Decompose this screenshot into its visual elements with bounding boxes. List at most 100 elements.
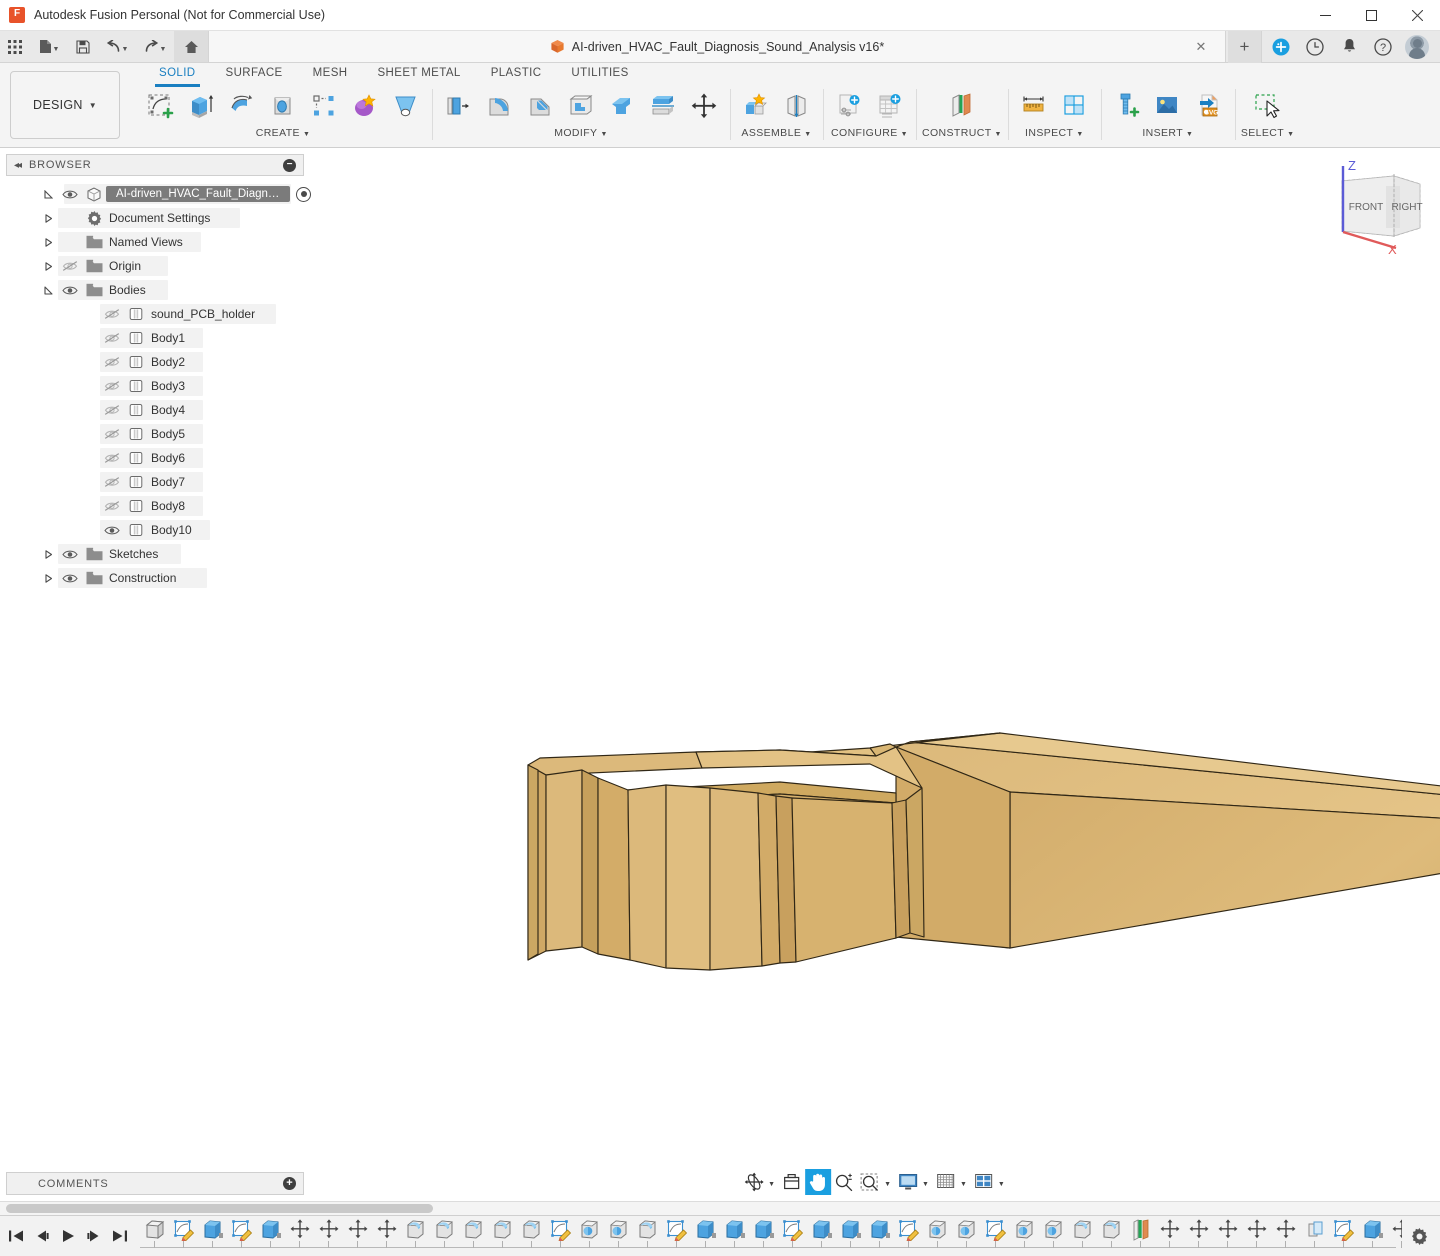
job-status-clock-icon[interactable] xyxy=(1298,31,1332,63)
timeline-feature-move[interactable] xyxy=(1242,1217,1271,1255)
add-comment-icon[interactable]: + xyxy=(283,1177,296,1190)
move-copy-icon[interactable] xyxy=(684,87,724,125)
timeline-feature-move[interactable] xyxy=(285,1217,314,1255)
tree-row-body7[interactable]: Body7 xyxy=(0,470,310,494)
joint-icon[interactable] xyxy=(777,87,817,125)
chevron-down-icon[interactable]: ▼ xyxy=(1287,131,1294,138)
timeline-feature-sketch[interactable] xyxy=(778,1217,807,1255)
select-window-icon[interactable] xyxy=(1244,87,1292,125)
configuration-table-icon[interactable] xyxy=(870,87,910,125)
timeline-settings-gear-icon[interactable] xyxy=(1402,1228,1436,1245)
tree-row-sound-pcb-holder[interactable]: sound_PCB_holder xyxy=(0,302,310,326)
panel-minimize-icon[interactable]: − xyxy=(283,159,296,172)
redo-icon[interactable]: ▼ xyxy=(136,31,174,62)
new-tab-plus-icon[interactable]: + xyxy=(1228,31,1262,63)
zoom-window-icon[interactable] xyxy=(857,1169,883,1195)
eye-visible-icon[interactable] xyxy=(58,189,82,200)
tree-row-body6[interactable]: Body6 xyxy=(0,446,310,470)
help-question-icon[interactable]: ? xyxy=(1366,31,1400,63)
collapse-left-icon[interactable]: ◂◂ xyxy=(14,160,20,171)
tree-row-body5[interactable]: Body5 xyxy=(0,422,310,446)
timeline-feature-hole[interactable] xyxy=(604,1217,633,1255)
new-document-icon[interactable]: ▼ xyxy=(30,31,68,62)
eye-hidden-icon[interactable] xyxy=(100,308,124,320)
eye-hidden-icon[interactable] xyxy=(100,452,124,464)
eye-hidden-icon[interactable] xyxy=(100,332,124,344)
eye-visible-icon[interactable] xyxy=(58,285,82,296)
chevron-down-icon[interactable]: ▼ xyxy=(901,131,908,138)
tree-row-origin[interactable]: Origin xyxy=(0,254,310,278)
timeline-feature-combine[interactable] xyxy=(1126,1217,1155,1255)
tree-row-sketches[interactable]: Sketches xyxy=(0,542,310,566)
app-grid-icon[interactable] xyxy=(0,31,30,62)
timeline-feature-move[interactable] xyxy=(1271,1217,1300,1255)
create-sketch-icon[interactable] xyxy=(140,87,180,125)
timeline-feature-sketch[interactable] xyxy=(1329,1217,1358,1255)
notifications-bell-icon[interactable] xyxy=(1332,31,1366,63)
eye-hidden-icon[interactable] xyxy=(100,404,124,416)
chamfer-icon[interactable] xyxy=(520,87,560,125)
maximize-button[interactable] xyxy=(1348,0,1394,31)
timeline-feature-hole[interactable] xyxy=(1010,1217,1039,1255)
go-to-end-icon[interactable] xyxy=(108,1222,132,1250)
chevron-down-icon[interactable]: ▼ xyxy=(804,131,811,138)
collapsed-triangle-icon[interactable] xyxy=(38,214,58,223)
timeline-feature-move[interactable] xyxy=(372,1217,401,1255)
user-avatar-icon[interactable] xyxy=(1400,31,1434,63)
chevron-down-icon[interactable]: ▼ xyxy=(303,131,310,138)
timeline-feature-hole[interactable] xyxy=(1039,1217,1068,1255)
chevron-down-icon[interactable]: ▼ xyxy=(600,131,607,138)
tree-row-named-views[interactable]: Named Views xyxy=(0,230,310,254)
close-button[interactable] xyxy=(1394,0,1440,31)
eye-visible-icon[interactable] xyxy=(58,573,82,584)
shell-icon[interactable] xyxy=(561,87,601,125)
timeline-feature-offset-plane[interactable] xyxy=(1300,1217,1329,1255)
pattern-icon[interactable] xyxy=(304,87,344,125)
tab-plastic[interactable]: PLASTIC xyxy=(476,64,557,86)
eye-hidden-icon[interactable] xyxy=(100,356,124,368)
chevron-down-icon[interactable]: ▼ xyxy=(1076,131,1083,138)
timeline-feature-fillet[interactable] xyxy=(459,1217,488,1255)
chevron-down-icon[interactable]: ▼ xyxy=(995,131,1002,138)
timeline-feature-sketch[interactable] xyxy=(546,1217,575,1255)
tab-close-icon[interactable]: ✕ xyxy=(1193,39,1209,55)
section-analysis-icon[interactable] xyxy=(1055,87,1095,125)
timeline-feature-move[interactable] xyxy=(343,1217,372,1255)
timeline-feature-fillet[interactable] xyxy=(401,1217,430,1255)
timeline-feature-fillet[interactable] xyxy=(1097,1217,1126,1255)
minimize-button[interactable] xyxy=(1302,0,1348,31)
tree-row-root[interactable]: AI-driven_HVAC_Fault_Diagno... xyxy=(0,182,310,206)
chevron-down-icon[interactable]: ▼ xyxy=(959,1181,971,1188)
timeline-feature-fillet[interactable] xyxy=(633,1217,662,1255)
chevron-down-icon[interactable]: ▼ xyxy=(921,1181,933,1188)
tree-row-body2[interactable]: Body2 xyxy=(0,350,310,374)
grid-snap-icon[interactable] xyxy=(933,1169,959,1195)
look-at-icon[interactable] xyxy=(779,1169,805,1195)
eye-hidden-icon[interactable] xyxy=(58,260,82,272)
viewport-canvas[interactable]: FRONT RIGHT Z X ▼ xyxy=(310,148,1440,1201)
collapsed-triangle-icon[interactable] xyxy=(38,238,58,247)
split-body-icon[interactable] xyxy=(643,87,683,125)
eye-visible-icon[interactable] xyxy=(58,549,82,560)
timeline-feature-move[interactable] xyxy=(1387,1217,1402,1255)
timeline-feature-move[interactable] xyxy=(1184,1217,1213,1255)
offset-plane-icon[interactable] xyxy=(942,87,982,125)
form-icon[interactable] xyxy=(345,87,385,125)
timeline-feature-fillet[interactable] xyxy=(1068,1217,1097,1255)
chevron-down-icon[interactable]: ▼ xyxy=(997,1181,1009,1188)
tree-row-bodies[interactable]: Bodies xyxy=(0,278,310,302)
loft-icon[interactable] xyxy=(386,87,426,125)
configuration-icon[interactable] xyxy=(829,87,869,125)
timeline-feature-hole[interactable] xyxy=(575,1217,604,1255)
timeline-feature-fillet[interactable] xyxy=(517,1217,546,1255)
tree-row-construction[interactable]: Construction xyxy=(0,566,310,590)
tree-row-body3[interactable]: Body3 xyxy=(0,374,310,398)
timeline-feature-extrude[interactable] xyxy=(807,1217,836,1255)
chevron-down-icon[interactable]: ▼ xyxy=(1186,131,1193,138)
timeline-feature-extrude[interactable] xyxy=(836,1217,865,1255)
eye-hidden-icon[interactable] xyxy=(100,476,124,488)
timeline-track[interactable] xyxy=(140,1217,1402,1255)
eye-hidden-icon[interactable] xyxy=(100,500,124,512)
save-icon[interactable] xyxy=(68,31,98,62)
comments-panel[interactable]: COMMENTS + xyxy=(6,1172,304,1195)
